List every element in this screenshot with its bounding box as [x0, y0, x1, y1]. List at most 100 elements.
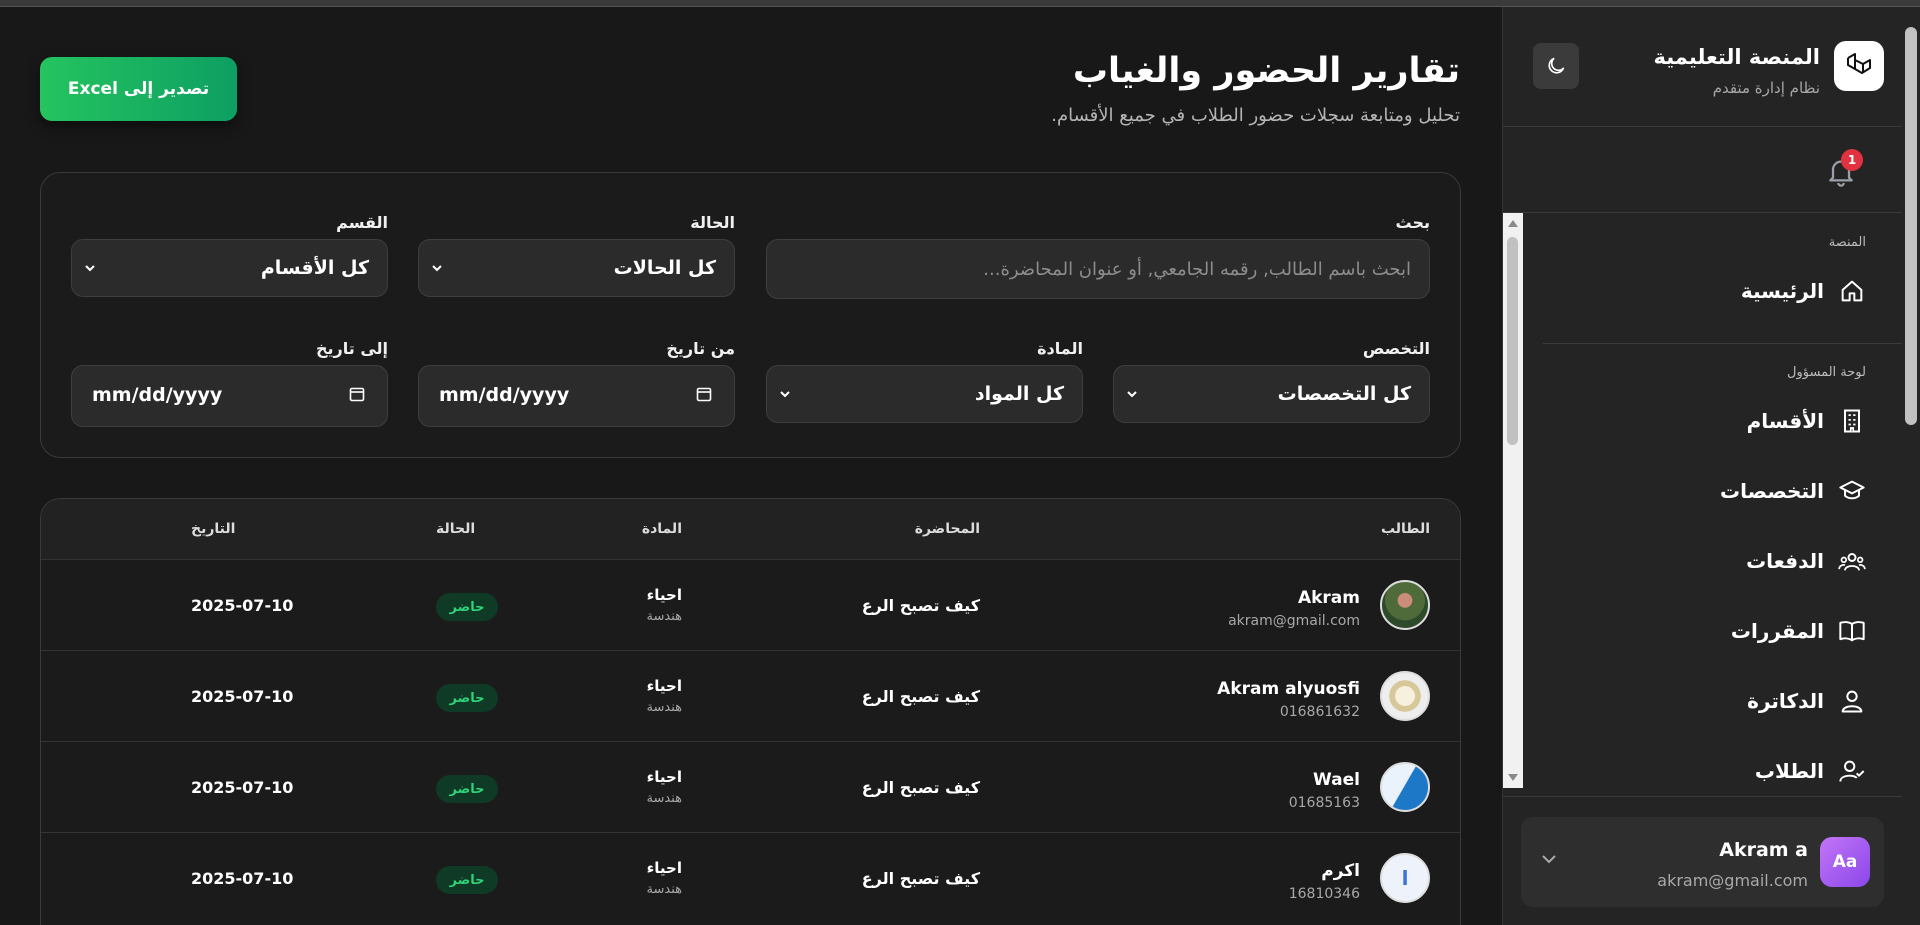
specialization-select[interactable]: كل التخصصات: [1113, 365, 1430, 423]
sidebar-item-specializations[interactable]: التخصصات: [1720, 471, 1866, 511]
sidebar-item-label: المقررات: [1730, 619, 1824, 643]
brand-title: المنصة التعليمية: [1653, 45, 1820, 69]
status-select-value: كل الحالات: [613, 257, 716, 279]
sidebar-item-batches[interactable]: الدفعات: [1746, 541, 1866, 581]
chevron-down-icon: [1127, 391, 1137, 398]
status-badge: حاضر: [436, 866, 498, 894]
lecture-title: كيف تصبح الرع: [861, 687, 980, 706]
calendar-icon[interactable]: [696, 386, 712, 402]
table-header: الطالب المحاضرة المادة الحالة التاريخ: [41, 499, 1460, 559]
chevron-down-icon[interactable]: [1539, 849, 1559, 869]
from-date-value: mm/dd/yyyy: [439, 384, 570, 406]
student-avatar: [1380, 671, 1430, 721]
users-group-icon: [1838, 553, 1866, 571]
attendance-date: 2025-07-10: [191, 687, 294, 706]
search-placeholder: ابحث باسم الطالب, رقمه الجامعي, أو عنوان…: [983, 258, 1411, 280]
sidebar-scrollbar[interactable]: [1503, 213, 1523, 788]
table-row[interactable]: Wael 01685163 كيف تصبح الرع احياء هندسة …: [41, 741, 1460, 832]
scroll-down-arrow-icon[interactable]: [1508, 774, 1518, 781]
student-name: Akram alyuosfi: [1217, 679, 1360, 699]
search-label: بحث: [1395, 213, 1430, 232]
table-row[interactable]: Akram akram@gmail.com كيف تصبح الرع احيا…: [41, 559, 1460, 650]
user-icon: [1841, 690, 1863, 713]
to-date-input[interactable]: mm/dd/yyyy: [71, 365, 388, 427]
department-select[interactable]: كل الأقسام: [71, 239, 388, 297]
header-status: الحالة: [436, 521, 476, 537]
user-menu[interactable]: Aa Akram a akram@gmail.com: [1521, 817, 1884, 907]
status-select[interactable]: كل الحالات: [418, 239, 735, 297]
department-name: هندسة: [646, 791, 682, 806]
table-row[interactable]: ا اكرم 16810346 كيف تصبح الرع احياء هندس…: [41, 832, 1460, 923]
sidebar-item-label: الأقسام: [1746, 409, 1824, 433]
theme-toggle-button[interactable]: [1533, 43, 1579, 89]
user-email: akram@gmail.com: [1657, 871, 1808, 890]
student-name: Wael: [1313, 770, 1360, 790]
header-date: التاريخ: [191, 521, 236, 537]
lecture-title: كيف تصبح الرع: [861, 596, 980, 615]
brand-logo[interactable]: [1834, 41, 1884, 91]
page-title: تقارير الحضور والغياب: [1072, 51, 1460, 91]
sidebar-item-courses[interactable]: المقررات: [1731, 611, 1866, 651]
sidebar-scrollbar-thumb[interactable]: [1507, 237, 1518, 445]
export-excel-label: تصدير إلى Excel: [67, 79, 210, 99]
brand-subtitle: نظام إدارة متقدم: [1712, 79, 1820, 97]
table-row[interactable]: Akram alyuosfi 016861632 كيف تصبح الرع ا…: [41, 650, 1460, 741]
chevron-down-icon: [432, 265, 442, 272]
scroll-up-arrow-icon[interactable]: [1508, 220, 1518, 227]
subject-label: المادة: [1037, 339, 1083, 358]
attendance-date: 2025-07-10: [191, 778, 294, 797]
graduation-cap-icon: [1839, 480, 1865, 500]
user-check-icon: [1839, 760, 1865, 782]
student-name: اكرم: [1321, 861, 1360, 881]
student-sub: 16810346: [1288, 886, 1360, 902]
subject-name: احياء: [646, 859, 682, 877]
notifications-button[interactable]: 1: [1823, 149, 1863, 189]
from-date-input[interactable]: mm/dd/yyyy: [418, 365, 735, 427]
student-avatar: [1380, 762, 1430, 812]
to-date-label: إلى تاريخ: [315, 339, 388, 358]
home-icon: [1841, 280, 1863, 302]
attendance-date: 2025-07-10: [191, 869, 294, 888]
sidebar-item-students[interactable]: الطلاب: [1755, 751, 1866, 791]
search-input[interactable]: ابحث باسم الطالب, رقمه الجامعي, أو عنوان…: [766, 239, 1430, 299]
student-sub: akram@gmail.com: [1228, 613, 1360, 629]
page-subtitle: تحليل ومتابعة سجلات حضور الطلاب في جميع …: [1051, 105, 1460, 126]
subject-select-value: كل المواد: [974, 383, 1064, 405]
attendance-date: 2025-07-10: [191, 596, 294, 615]
department-name: هندسة: [646, 700, 682, 715]
sidebar-item-home[interactable]: الرئيسية: [1741, 271, 1866, 311]
subject-select[interactable]: كل المواد: [766, 365, 1083, 423]
sidebar-item-departments[interactable]: الأقسام: [1747, 401, 1866, 441]
laravel-logo-icon: [1847, 53, 1871, 74]
export-excel-button[interactable]: تصدير إلى Excel: [40, 57, 237, 121]
main-content: تقارير الحضور والغياب تحليل ومتابعة سجلا…: [0, 7, 1502, 925]
page-scrollbar[interactable]: [1902, 7, 1920, 925]
status-badge: حاضر: [436, 684, 498, 712]
department-select-value: كل الأقسام: [260, 257, 369, 279]
student-avatar: ا: [1380, 853, 1430, 903]
nav-section-platform: المنصة: [1828, 235, 1866, 250]
status-badge: حاضر: [436, 775, 498, 803]
sidebar-item-doctors[interactable]: الدكاترة: [1747, 681, 1866, 721]
sidebar-item-label: الطلاب: [1754, 759, 1824, 783]
page-scrollbar-thumb[interactable]: [1905, 27, 1917, 425]
department-name: هندسة: [646, 609, 682, 624]
sidebar: المنصة التعليمية نظام إدارة متقدم 1 المن…: [1502, 7, 1902, 925]
status-badge: حاضر: [436, 593, 498, 621]
divider: [1503, 796, 1902, 797]
specialization-select-value: كل التخصصات: [1277, 383, 1411, 405]
nav-section-admin: لوحة المسؤول: [1787, 365, 1866, 380]
sidebar-item-label: التخصصات: [1720, 479, 1824, 503]
attendance-table: الطالب المحاضرة المادة الحالة التاريخ Ak…: [40, 498, 1461, 925]
filters-panel: بحث ابحث باسم الطالب, رقمه الجامعي, أو ع…: [40, 172, 1461, 458]
sidebar-item-label: الدفعات: [1746, 549, 1824, 573]
department-label: القسم: [336, 213, 388, 232]
calendar-icon[interactable]: [349, 386, 365, 402]
chevron-down-icon: [85, 265, 95, 272]
sidebar-header: المنصة التعليمية نظام إدارة متقدم: [1503, 7, 1902, 127]
sidebar-item-label: الرئيسية: [1740, 279, 1824, 303]
notification-count-badge: 1: [1841, 149, 1863, 171]
avatar: Aa: [1820, 837, 1870, 887]
chevron-down-icon: [780, 391, 790, 398]
student-sub: 01685163: [1288, 795, 1360, 811]
